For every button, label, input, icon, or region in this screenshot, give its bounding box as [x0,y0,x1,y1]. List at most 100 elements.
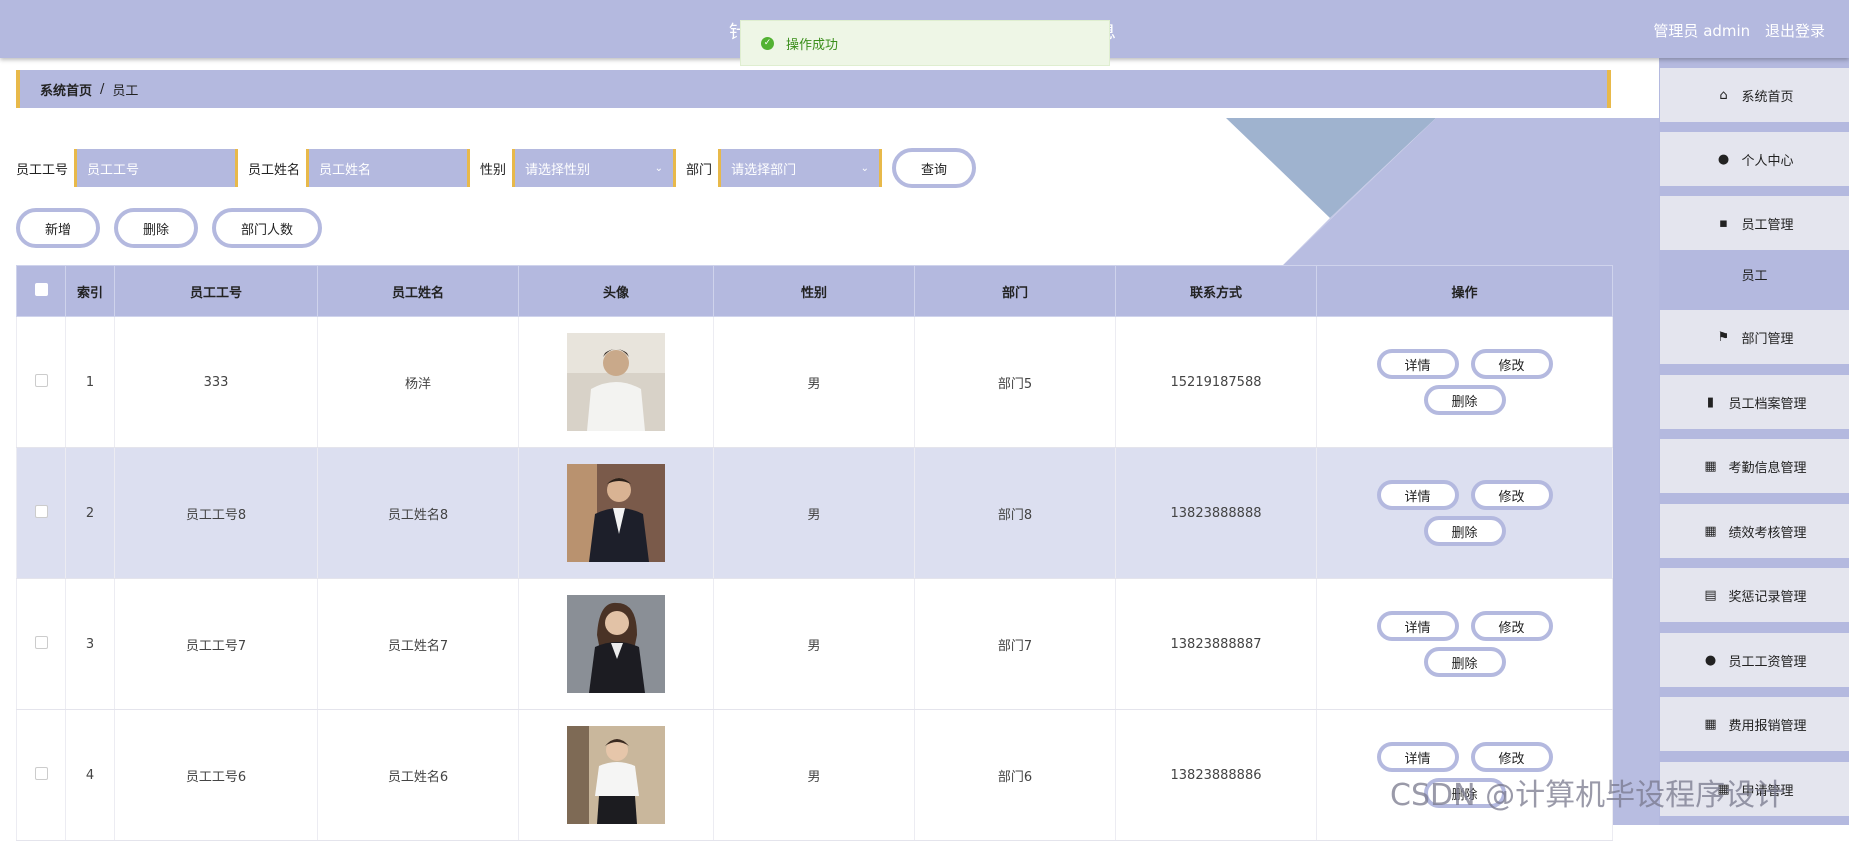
delete-button[interactable]: 删除 [1423,516,1506,546]
sidebar-item-profile[interactable]: ● 个人中心 [1660,132,1849,186]
sidebar-item-dept-mgmt[interactable]: ⚑ 部门管理 [1660,310,1849,364]
avatar-photo [567,726,665,824]
search-bar: 员工工号 员工工号 员工姓名 员工姓名 性别 请选择性别 ⌄ 部门 请选择部门 … [16,148,977,188]
table-row: 1 333 杨洋 男 部门5 15219187588 详情 修改 删除 [16,316,1613,448]
emp-name-placeholder: 员工姓名 [319,162,372,178]
user-area: 管理员 admin 退出登录 [1643,20,1825,41]
detail-button[interactable]: 详情 [1376,480,1459,510]
emp-no-input[interactable]: 员工工号 [74,149,239,187]
row-checkbox[interactable] [34,504,48,518]
grid-icon: ▦ [1704,523,1717,539]
cell-avatar [518,316,714,448]
sidebar-item-performance-mgmt[interactable]: ▦ 绩效考核管理 [1660,504,1849,558]
emp-name-input[interactable]: 员工姓名 [306,149,471,187]
dept-count-button[interactable]: 部门人数 [212,208,322,248]
sidebar: ⌂ 系统首页 ● 个人中心 ▪ 员工管理 员工 ⚑ 部门管理 ▮ 员工档案管理 … [1659,58,1849,825]
gender-select[interactable]: 请选择性别 ⌄ [512,149,677,187]
sidebar-item-home[interactable]: ⌂ 系统首页 [1660,68,1849,122]
row-select-cell [16,578,66,710]
detail-button[interactable]: 详情 [1376,742,1459,772]
cell-phone: 13823888887 [1115,578,1317,710]
cell-emp-no: 333 [114,316,318,448]
emp-no-placeholder: 员工工号 [87,162,140,178]
row-select-cell [16,316,66,448]
sidebar-item-expense-mgmt[interactable]: ▦ 费用报销管理 [1660,697,1849,751]
grid-icon: ▦ [1704,716,1717,732]
breadcrumb-current: 员工 [112,83,139,99]
dept-placeholder: 请选择部门 [731,162,797,178]
cell-ops: 详情 修改 删除 [1316,316,1613,448]
cell-name: 员工姓名8 [317,447,519,579]
batch-delete-button[interactable]: 删除 [114,208,198,248]
gender-placeholder: 请选择性别 [525,162,591,178]
cell-gender: 男 [713,709,915,841]
sidebar-item-attendance-mgmt[interactable]: ▦ 考勤信息管理 [1660,439,1849,493]
edit-button[interactable]: 修改 [1470,742,1553,772]
cell-name: 员工姓名6 [317,709,519,841]
avatar-photo [567,595,665,693]
admin-label: 管理员 admin [1653,22,1751,40]
cell-index: 2 [65,447,115,579]
cell-emp-no: 员工工号7 [114,578,318,710]
sidebar-item-label: 部门管理 [1741,331,1794,347]
edit-button[interactable]: 修改 [1470,480,1553,510]
table-row: 4 员工工号6 员工姓名6 男 部门6 13823888886 详情 修改 删除 [16,709,1613,841]
col-ops: 操作 [1316,265,1613,317]
select-all-checkbox[interactable] [34,282,48,296]
col-gender: 性别 [713,265,915,317]
delete-button[interactable]: 删除 [1423,385,1506,415]
grid-icon: ▦ [1704,458,1717,474]
cell-name: 杨洋 [317,316,519,448]
cell-index: 4 [65,709,115,841]
col-emp-no: 员工工号 [114,265,318,317]
gender-label: 性别 [480,162,507,178]
cell-emp-no: 员工工号6 [114,709,318,841]
cell-gender: 男 [713,316,915,448]
toast-message: 操作成功 [786,37,839,53]
avatar-photo [567,333,665,431]
sidebar-item-label: 考勤信息管理 [1728,460,1807,476]
detail-button[interactable]: 详情 [1376,349,1459,379]
cell-ops: 详情 修改 删除 [1316,447,1613,579]
chat-icon: ▪ [1719,215,1728,231]
sidebar-item-employee-mgmt[interactable]: ▪ 员工管理 [1660,196,1849,250]
cell-emp-no: 员工工号8 [114,447,318,579]
breadcrumb-separator: / [100,81,105,97]
edit-button[interactable]: 修改 [1470,349,1553,379]
detail-button[interactable]: 详情 [1376,611,1459,641]
sidebar-item-label: 员工 [1741,268,1768,284]
sidebar-item-label: 员工工资管理 [1728,654,1807,670]
action-buttons: 新增 删除 部门人数 [16,208,322,248]
row-select-cell [16,447,66,579]
sidebar-item-reward-mgmt[interactable]: ▤ 奖惩记录管理 [1660,568,1849,622]
table-header-row: 索引 员工工号 员工姓名 头像 性别 部门 联系方式 操作 [16,265,1613,317]
chevron-down-icon: ⌄ [860,162,870,174]
sidebar-subitem-employee[interactable]: 员工 [1660,252,1849,296]
cell-avatar [518,578,714,710]
check-circle-icon: ✓ [761,36,774,50]
cell-avatar [518,447,714,579]
breadcrumb-home[interactable]: 系统首页 [40,80,92,99]
cell-gender: 男 [713,578,915,710]
row-checkbox[interactable] [34,635,48,649]
delete-button[interactable]: 删除 [1423,647,1506,677]
watermark: CSDN @计算机毕设程序设计 [1390,778,1786,813]
cell-index: 3 [65,578,115,710]
sidebar-item-salary-mgmt[interactable]: ● 员工工资管理 [1660,633,1849,687]
row-checkbox[interactable] [34,373,48,387]
query-button[interactable]: 查询 [892,148,977,188]
bulb-icon: ● [1704,652,1717,668]
logout-link[interactable]: 退出登录 [1765,22,1825,40]
col-name: 员工姓名 [317,265,519,317]
employee-table: 索引 员工工号 员工姓名 头像 性别 部门 联系方式 操作 1 333 杨洋 男… [16,265,1613,841]
sidebar-item-label: 绩效考核管理 [1728,525,1807,541]
cell-phone: 15219187588 [1115,316,1317,448]
row-checkbox[interactable] [34,766,48,780]
add-button[interactable]: 新增 [16,208,100,248]
dept-select[interactable]: 请选择部门 ⌄ [718,149,883,187]
cell-dept: 部门7 [914,578,1116,710]
edit-button[interactable]: 修改 [1470,611,1553,641]
sidebar-item-archive-mgmt[interactable]: ▮ 员工档案管理 [1660,375,1849,429]
bar-chart-icon: ▮ [1706,394,1715,410]
sidebar-item-label: 员工管理 [1741,217,1794,233]
